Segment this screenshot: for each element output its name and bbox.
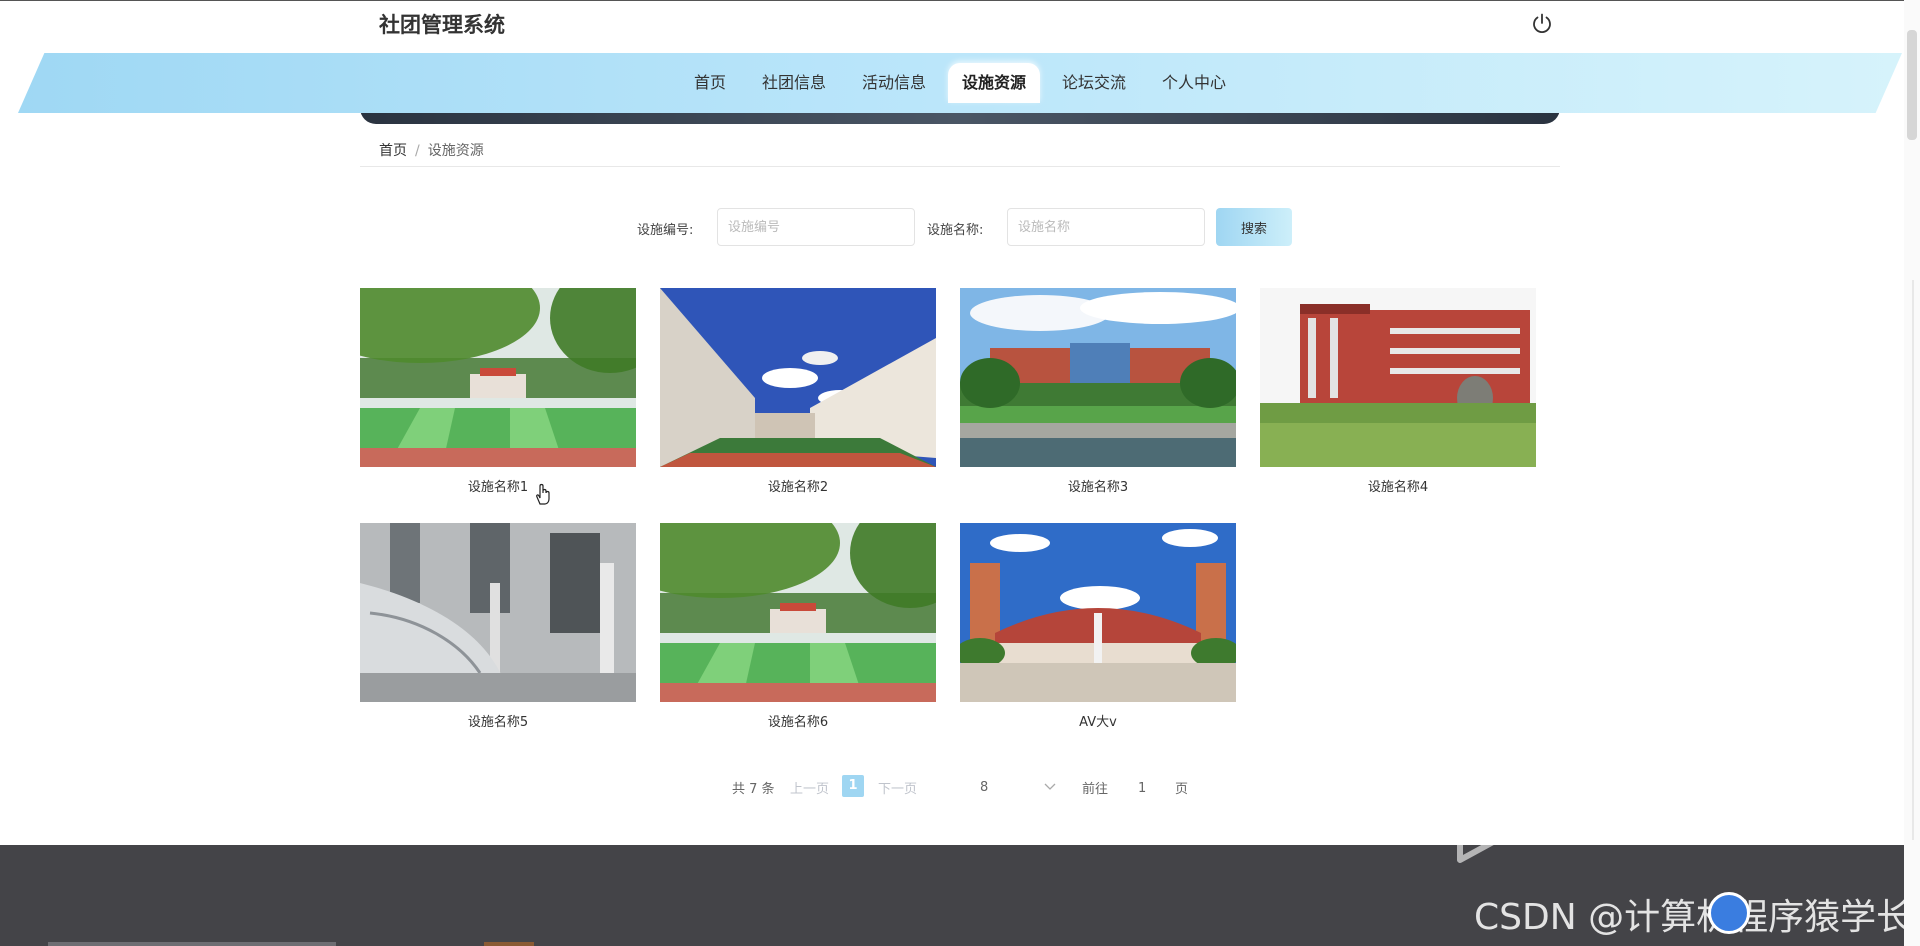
scrollbar-rail [1912, 280, 1914, 840]
facility-image[interactable] [360, 288, 636, 467]
top-bar: 社团管理系统 [0, 0, 1920, 50]
avatar [1708, 892, 1750, 934]
pagination-current-page[interactable]: 1 [842, 775, 864, 797]
watermark: CSDN @计算机程序猿学长 [1474, 897, 1913, 938]
site-title: 社团管理系统 [379, 13, 505, 37]
nav-item-home[interactable]: 首页 [680, 63, 740, 103]
facility-card[interactable]: 设施名称5 [360, 523, 636, 730]
facility-code-label: 设施编号: [637, 223, 694, 238]
facility-card[interactable]: 设施名称6 [660, 523, 936, 730]
breadcrumb-separator: / [415, 143, 420, 159]
chevron-down-icon[interactable] [1044, 783, 1056, 791]
nav-item-facility-resources[interactable]: 设施资源 [948, 63, 1041, 103]
facility-name: AV大v [1079, 715, 1117, 730]
power-icon[interactable] [1530, 12, 1554, 36]
hand-cursor-icon [536, 483, 550, 505]
facility-name-label: 设施名称: [927, 223, 984, 238]
taskbar-item [48, 942, 336, 946]
facility-name: 设施名称5 [467, 715, 529, 730]
facility-code-input[interactable] [717, 208, 915, 246]
pagination: 共 7 条 上一页 1 下一页 8 前往 1 页 [0, 775, 1920, 799]
breadcrumb-divider [360, 166, 1560, 167]
facility-name: 设施名称3 [1067, 480, 1129, 495]
breadcrumb: 首页 / 设施资源 [379, 140, 484, 160]
pagination-goto-label: 前往 [1082, 782, 1109, 797]
taskbar-item [484, 942, 534, 946]
nav-item-personal-center[interactable]: 个人中心 [1148, 63, 1240, 103]
pagination-total: 共 7 条 [732, 782, 775, 797]
facility-name-input[interactable] [1007, 208, 1205, 246]
pagination-prev-button[interactable]: 上一页 [790, 778, 829, 797]
facility-image[interactable] [960, 288, 1236, 467]
play-logo-icon [1457, 809, 1507, 863]
facility-image[interactable] [660, 523, 936, 702]
search-button[interactable]: 搜索 [1216, 208, 1292, 246]
nav-item-forum[interactable]: 论坛交流 [1048, 63, 1140, 103]
pagination-page-unit: 页 [1175, 782, 1189, 797]
facility-card[interactable]: 设施名称1 [360, 288, 636, 495]
page-size-select[interactable]: 8 [980, 780, 988, 795]
pagination-goto-input[interactable]: 1 [1138, 781, 1146, 796]
facility-card[interactable]: 设施名称2 [660, 288, 936, 495]
main-nav: 首页 社团信息 活动信息 设施资源 论坛交流 个人中心 [0, 63, 1920, 103]
facility-card[interactable]: AV大v [960, 523, 1236, 730]
facility-image[interactable] [360, 523, 636, 702]
facility-image[interactable] [1260, 288, 1536, 467]
breadcrumb-current: 设施资源 [427, 143, 484, 159]
facility-name: 设施名称6 [767, 715, 829, 730]
breadcrumb-home[interactable]: 首页 [379, 143, 407, 159]
facility-name: 设施名称4 [1367, 480, 1429, 495]
scrollbar-thumb[interactable] [1907, 30, 1917, 140]
nav-item-club-info[interactable]: 社团信息 [748, 63, 840, 103]
facility-name: 设施名称1 [467, 480, 529, 495]
facility-card[interactable]: 设施名称4 [1260, 288, 1536, 495]
search-bar: 设施编号: 设施名称: 搜索 [0, 208, 1920, 248]
facility-card[interactable]: 设施名称3 [960, 288, 1236, 495]
facility-image[interactable] [960, 523, 1236, 702]
nav-item-activity-info[interactable]: 活动信息 [848, 63, 940, 103]
pagination-next-button[interactable]: 下一页 [878, 778, 917, 797]
facility-name: 设施名称2 [767, 480, 829, 495]
facility-image[interactable] [660, 288, 936, 467]
